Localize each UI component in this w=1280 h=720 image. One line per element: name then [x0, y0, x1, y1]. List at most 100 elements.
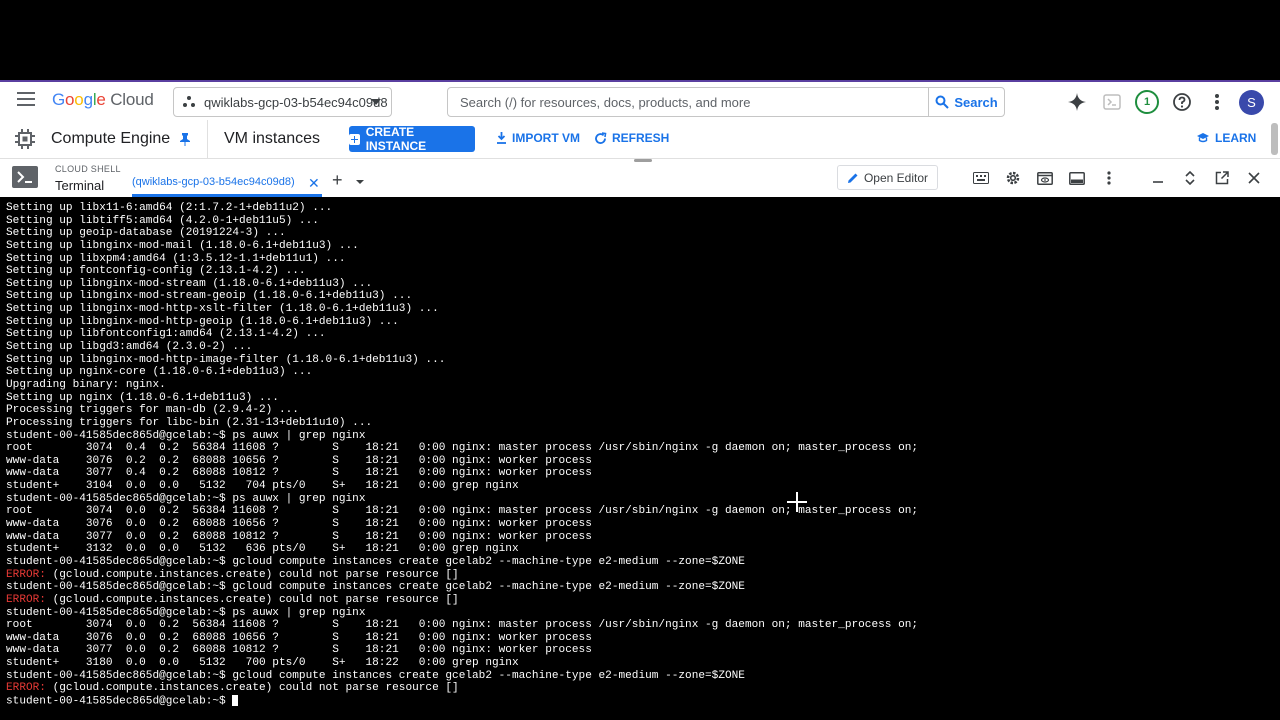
terminal-text: Processing triggers for libc-bin (2.31-1… [6, 416, 373, 429]
terminal-label: Terminal [55, 178, 105, 193]
project-icon [183, 96, 195, 107]
google-cloud-logo[interactable]: Google Cloud [52, 90, 154, 110]
terminal-line: student-00-41585dec865d@gcelab:~$ gcloud… [6, 556, 1280, 569]
resize-handle[interactable] [634, 159, 652, 162]
expand-icon[interactable] [1181, 169, 1199, 187]
terminal-line: root 3074 0.4 0.2 56384 11608 ? S 18:21 … [6, 442, 1280, 455]
gemini-sparkle-icon[interactable] [1065, 90, 1089, 114]
project-selector[interactable]: qwiklabs-gcp-03-b54ec94c09d8 [173, 87, 392, 117]
terminal-line: Setting up libnginx-mod-http-geoip (1.18… [6, 316, 1280, 329]
terminal-text: Setting up geoip-database (20191224-3) .… [6, 227, 286, 240]
terminal-line: Setting up nginx (1.18.0-6.1+deb11u3) ..… [6, 392, 1280, 405]
terminal-text: Setting up libnginx-mod-mail (1.18.0-6.1… [6, 239, 359, 252]
terminal-text: Setting up libnginx-mod-http-image-filte… [6, 353, 446, 366]
terminal-text: root 3074 0.0 0.2 56384 11608 ? S 18:21 … [6, 619, 919, 632]
terminal-line: Processing triggers for libc-bin (2.31-1… [6, 417, 1280, 430]
close-tab-icon[interactable]: ✕ [308, 175, 320, 192]
terminal-output[interactable]: Setting up libx11-6:amd64 (2:1.7.2-1+deb… [0, 197, 1280, 720]
error-label: ERROR: [6, 568, 46, 581]
logo-cloud-text: Cloud [110, 90, 154, 109]
search-bar: Search [447, 87, 1005, 117]
terminal-line: root 3074 0.0 0.2 56384 11608 ? S 18:21 … [6, 505, 1280, 518]
pin-icon[interactable] [179, 132, 191, 146]
learn-button[interactable]: LEARN [1196, 131, 1256, 145]
terminal-line: Setting up libnginx-mod-stream-geoip (1.… [6, 290, 1280, 303]
create-instance-button[interactable]: CREATE INSTANCE [349, 125, 475, 153]
web-preview-icon[interactable] [1036, 169, 1054, 187]
terminal-text: root 3074 0.0 0.2 56384 11608 ? S 18:21 … [6, 505, 919, 518]
add-box-icon [349, 133, 360, 145]
avatar[interactable]: S [1239, 90, 1264, 115]
terminal-line: Setting up fontconfig-config (2.13.1-4.2… [6, 265, 1280, 278]
terminal-text: Setting up nginx (1.18.0-6.1+deb11u3) ..… [6, 391, 279, 404]
terminal-line: Setting up libnginx-mod-stream (1.18.0-6… [6, 278, 1280, 291]
settings-gear-icon[interactable] [1004, 169, 1022, 187]
panel-layout-icon[interactable] [1068, 169, 1086, 187]
terminal-text: Setting up libtiff5:amd64 (4.2.0-1+deb11… [6, 214, 319, 227]
terminal-text: Setting up libnginx-mod-http-xslt-filter… [6, 303, 439, 316]
import-icon [497, 132, 506, 144]
terminal-text: (gcloud.compute.instances.create) could … [45, 568, 459, 581]
terminal-text: Setting up libnginx-mod-stream (1.18.0-6… [6, 277, 373, 290]
open-editor-button[interactable]: Open Editor [837, 165, 938, 190]
terminal-line: Setting up libfontconfig1:amd64 (2.13.1-… [6, 328, 1280, 341]
terminal-line: student+ 3104 0.0 0.0 5132 704 pts/0 S+ … [6, 480, 1280, 493]
add-tab-icon[interactable]: + [332, 170, 343, 191]
refresh-button[interactable]: REFRESH [594, 131, 669, 145]
terminal-line: www-data 3076 0.0 0.2 68088 10656 ? S 18… [6, 518, 1280, 531]
terminal-text: www-data 3077 0.0 0.2 68088 10812 ? S 18… [6, 644, 592, 657]
terminal-line: ERROR: (gcloud.compute.instances.create)… [6, 569, 1280, 582]
more-vert-icon[interactable] [1100, 169, 1118, 187]
help-icon[interactable] [1170, 90, 1194, 114]
search-input[interactable] [448, 88, 928, 116]
edit-icon [847, 173, 858, 183]
chevron-down-icon [371, 99, 381, 105]
search-button[interactable]: Search [928, 88, 1004, 116]
terminal-text: Setting up libfontconfig1:amd64 (2.13.1-… [6, 328, 326, 341]
close-icon[interactable] [1245, 169, 1263, 187]
terminal-line: student+ 3180 0.0 0.0 5132 700 pts/0 S+ … [6, 657, 1280, 670]
terminal-line: root 3074 0.0 0.2 56384 11608 ? S 18:21 … [6, 619, 1280, 632]
terminal-text: student-00-41585dec865d@gcelab:~$ gcloud… [6, 581, 745, 594]
error-label: ERROR: [6, 593, 46, 606]
terminal-text: Processing triggers for man-db (2.9.4-2)… [6, 404, 299, 417]
page-scrollbar[interactable] [1271, 123, 1278, 155]
error-label: ERROR: [6, 682, 46, 695]
terminal-line: www-data 3077 0.4 0.2 68088 10812 ? S 18… [6, 467, 1280, 480]
terminal-line: Setting up libnginx-mod-http-xslt-filter… [6, 303, 1280, 316]
terminal-text: www-data 3077 0.0 0.2 68088 10812 ? S 18… [6, 530, 592, 543]
terminal-text: www-data 3077 0.4 0.2 68088 10812 ? S 18… [6, 467, 592, 480]
product-toolbar: Compute Engine VM instances CREATE INSTA… [0, 120, 1280, 159]
cloud-shell-label: CLOUD SHELL [55, 164, 121, 174]
terminal-tab[interactable]: (qwiklabs-gcp-03-b54ec94c09d8) [132, 176, 295, 188]
terminal-text: student+ 3180 0.0 0.0 5132 700 pts/0 S+ … [6, 657, 519, 670]
terminal-line: student+ 3132 0.0 0.0 5132 636 pts/0 S+ … [6, 543, 1280, 556]
minimize-icon[interactable] [1149, 169, 1167, 187]
terminal-text: Setting up fontconfig-config (2.13.1-4.2… [6, 265, 306, 278]
terminal-text: student-00-41585dec865d@gcelab:~$ [6, 695, 233, 708]
menu-icon[interactable] [17, 92, 35, 106]
terminal-text: Setting up libgd3:amd64 (2.3.0-2) ... [6, 341, 253, 354]
chevron-down-icon[interactable] [356, 180, 364, 184]
refresh-icon [595, 131, 607, 144]
terminal-text: www-data 3076 0.0 0.2 68088 10656 ? S 18… [6, 518, 592, 531]
terminal-line: ERROR: (gcloud.compute.instances.create)… [6, 682, 1280, 695]
terminal-text: www-data 3076 0.2 0.2 68088 10656 ? S 18… [6, 454, 592, 467]
open-in-new-window-icon[interactable] [1213, 169, 1231, 187]
terminal-line: Setting up libgd3:amd64 (2.3.0-2) ... [6, 341, 1280, 354]
terminal-text: student-00-41585dec865d@gcelab:~$ gcloud… [6, 555, 745, 568]
cloud-shell-header: CLOUD SHELL Terminal (qwiklabs-gcp-03-b5… [0, 159, 1280, 197]
more-vert-icon[interactable] [1205, 90, 1229, 114]
terminal-text: student-00-41585dec865d@gcelab:~$ gcloud… [6, 669, 745, 682]
terminal-line: student-00-41585dec865d@gcelab:~$ gcloud… [6, 581, 1280, 594]
keyboard-icon[interactable] [972, 169, 990, 187]
terminal-text: www-data 3076 0.0 0.2 68088 10656 ? S 18… [6, 631, 592, 644]
cloud-shell-icon[interactable] [1100, 90, 1124, 114]
divider [207, 120, 208, 159]
terminal-line: Setting up geoip-database (20191224-3) .… [6, 227, 1280, 240]
terminal-text: root 3074 0.4 0.2 56384 11608 ? S 18:21 … [6, 442, 919, 455]
terminal-line: www-data 3076 0.0 0.2 68088 10656 ? S 18… [6, 632, 1280, 645]
terminal-line: student-00-41585dec865d@gcelab:~$ gcloud… [6, 670, 1280, 683]
notifications-badge[interactable]: 1 [1135, 90, 1159, 114]
import-vm-button[interactable]: IMPORT VM [496, 131, 580, 145]
